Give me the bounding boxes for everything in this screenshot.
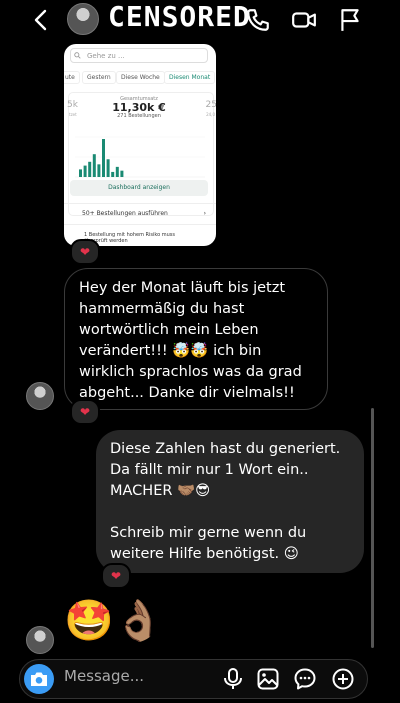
search-field: Gehe zu ... bbox=[70, 48, 208, 63]
microphone-icon[interactable] bbox=[221, 667, 245, 691]
side-metric-right-sub: 24,0 bbox=[206, 112, 215, 117]
chart-bar bbox=[111, 171, 115, 177]
period-tabs: ute Gestern Diese Woche Diesen Monat bbox=[64, 69, 216, 85]
sender-avatar[interactable] bbox=[26, 382, 54, 410]
side-metric-right: 25 bbox=[205, 100, 216, 110]
flag-icon[interactable] bbox=[337, 7, 363, 33]
chart-bar bbox=[120, 170, 124, 177]
header-avatar[interactable] bbox=[67, 3, 99, 35]
orders-row: 50+ Bestellungen ausführen › bbox=[82, 210, 206, 217]
sales-bar-chart bbox=[75, 136, 205, 178]
tab: Diese Woche bbox=[116, 71, 165, 84]
side-metric-left: 5k bbox=[67, 100, 78, 110]
chart-bar bbox=[97, 164, 101, 177]
search-icon bbox=[74, 52, 81, 59]
dashboard-button: Dashboard anzeigen bbox=[70, 180, 208, 196]
tab: Gestern bbox=[82, 71, 116, 84]
sender-avatar[interactable] bbox=[26, 626, 54, 654]
phone-icon[interactable] bbox=[245, 7, 271, 33]
back-icon[interactable] bbox=[30, 8, 54, 32]
scrollbar[interactable] bbox=[371, 408, 374, 648]
chart-bar bbox=[83, 165, 87, 177]
camera-button[interactable] bbox=[24, 664, 54, 694]
contact-name[interactable]: CENSORED bbox=[108, 0, 251, 33]
message-input[interactable]: Message... bbox=[64, 667, 144, 685]
sales-card: 5k tzet Gesamtumsatz 11,30k € 271 Bestel… bbox=[67, 92, 216, 216]
chart-bar bbox=[115, 166, 119, 177]
chart-bar bbox=[102, 139, 105, 177]
side-metric-left-sub: tzet bbox=[69, 112, 77, 117]
chart-bar bbox=[88, 161, 92, 177]
sticker-chat-icon[interactable] bbox=[293, 667, 317, 691]
camera-icon bbox=[31, 672, 47, 686]
emoji-message[interactable]: 🤩👌🏽 bbox=[64, 598, 164, 644]
heart-reaction[interactable]: ❤ bbox=[70, 239, 100, 265]
video-call-icon[interactable] bbox=[291, 7, 317, 33]
metric-sub: 271 Bestellungen bbox=[117, 113, 161, 119]
sent-message-bubble[interactable]: Diese Zahlen hast du generiert. Da fällt… bbox=[96, 430, 364, 573]
heart-reaction[interactable]: ❤ bbox=[101, 563, 131, 589]
tab-active: Diesen Monat bbox=[164, 71, 216, 84]
add-icon[interactable] bbox=[331, 667, 355, 691]
chart-bar bbox=[92, 154, 96, 177]
heart-reaction[interactable]: ❤ bbox=[70, 399, 100, 425]
gallery-icon[interactable] bbox=[256, 667, 280, 691]
chart-bar bbox=[106, 159, 110, 177]
tab: ute bbox=[64, 71, 80, 84]
received-message-bubble[interactable]: Hey der Monat läuft bis jetzt hammermäßi… bbox=[64, 268, 328, 422]
shared-screenshot[interactable]: Gehe zu ... ute Gestern Diese Woche Dies… bbox=[64, 44, 216, 246]
chart-bar bbox=[79, 169, 82, 177]
